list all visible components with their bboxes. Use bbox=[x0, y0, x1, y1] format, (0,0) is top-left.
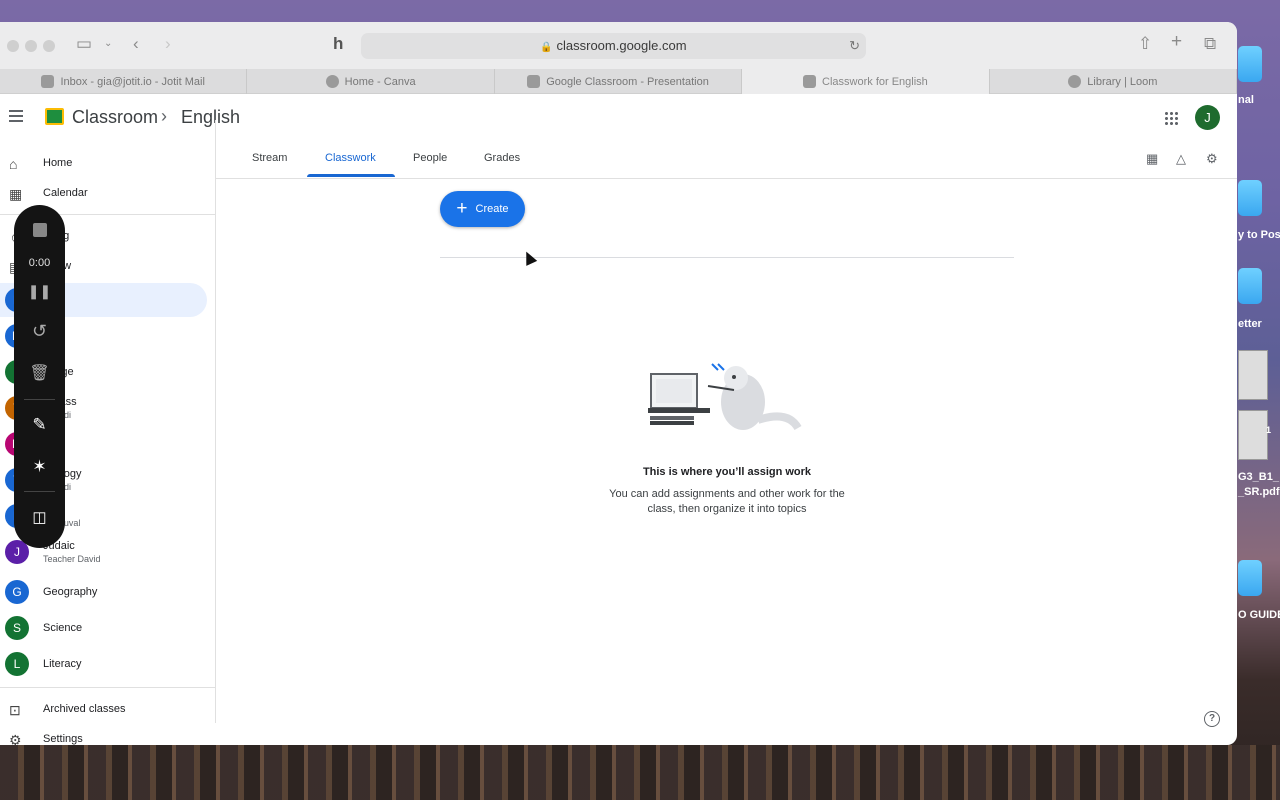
divider bbox=[0, 687, 216, 688]
tab-label: Inbox - gia@jotit.io - Jotit Mail bbox=[60, 75, 205, 88]
avatar: S bbox=[5, 616, 29, 640]
class-teacher: Teacher David bbox=[43, 554, 101, 564]
tab-people[interactable]: People bbox=[413, 152, 447, 164]
restart-icon[interactable]: ↺ bbox=[14, 321, 65, 342]
sidebar-toggle-icon[interactable]: ▭ bbox=[76, 34, 92, 54]
tab-label: Classwork for English bbox=[822, 75, 928, 88]
gear-icon[interactable]: ⚙ bbox=[1206, 152, 1220, 166]
tab-label: Google Classroom - Presentation bbox=[546, 75, 709, 88]
desktop-label: G3_B1_ bbox=[1238, 471, 1279, 483]
pause-icon[interactable]: ❚❚ bbox=[14, 283, 65, 300]
empty-state-description: You can add assignments and other work f… bbox=[609, 488, 845, 515]
trash-icon[interactable]: 🗑 bbox=[14, 363, 65, 383]
avatar: L bbox=[5, 652, 29, 676]
tab-label: Home - Canva bbox=[344, 75, 416, 88]
empty-state-illustration bbox=[648, 363, 802, 431]
tab-canva[interactable]: Home - Canva bbox=[247, 69, 495, 94]
calendar-icon[interactable]: ▦ bbox=[1146, 152, 1160, 166]
forward-icon[interactable]: › bbox=[165, 34, 171, 54]
sidebar-item-label: Settings bbox=[43, 733, 83, 745]
gear-icon: ⚙ bbox=[9, 732, 22, 745]
browser-toolbar: ▭ ⌄ ‹ › h 🔒 classroom.google.com ↻ ⇧ + ⧉ bbox=[0, 22, 1237, 69]
recording-timer: 0:00 bbox=[28, 257, 51, 269]
desktop-file-thumbnail[interactable] bbox=[1238, 350, 1268, 400]
slides-icon bbox=[527, 75, 541, 88]
tab-mail[interactable]: Inbox - gia@jotit.io - Jotit Mail bbox=[0, 69, 248, 94]
desktop-label: y to Post bbox=[1238, 229, 1280, 241]
zoom-window-button[interactable] bbox=[43, 40, 55, 52]
url-text: classroom.google.com bbox=[556, 38, 687, 53]
tab-overview-icon[interactable]: ⧉ bbox=[1204, 34, 1216, 54]
classroom-icon bbox=[803, 75, 817, 88]
create-button[interactable]: + Create bbox=[440, 191, 525, 227]
tab-label: Library | Loom bbox=[1087, 75, 1158, 88]
close-window-button[interactable] bbox=[7, 40, 19, 52]
active-tab-indicator bbox=[307, 174, 395, 177]
desktop-label: O GUIDE bbox=[1238, 609, 1280, 621]
canva-icon bbox=[325, 75, 339, 88]
mouse-cursor-icon bbox=[520, 249, 538, 266]
help-icon[interactable]: ? bbox=[1204, 711, 1220, 727]
sidebar-item-settings[interactable]: ⚙ Settings bbox=[0, 725, 216, 745]
minimize-window-button[interactable] bbox=[25, 40, 37, 52]
divider bbox=[24, 399, 55, 400]
create-label: Create bbox=[475, 203, 509, 215]
desktop-folder-icon[interactable] bbox=[1238, 180, 1262, 216]
plus-icon: + bbox=[456, 198, 468, 219]
desktop-folder-icon[interactable] bbox=[1238, 560, 1262, 596]
lock-icon: 🔒 bbox=[540, 42, 553, 53]
tab-classwork[interactable]: Classwork for English bbox=[742, 69, 990, 94]
loom-icon bbox=[1068, 75, 1082, 88]
desktop-label: _SR.pdf bbox=[1238, 486, 1280, 498]
sidebar-item-label: Calendar bbox=[43, 187, 88, 199]
desktop-folder-icon[interactable] bbox=[1238, 268, 1262, 304]
sidebar-item-calendar[interactable]: ▦ Calendar bbox=[0, 179, 216, 209]
desktop-label: nal bbox=[1238, 94, 1254, 106]
class-name: Science bbox=[43, 622, 83, 634]
recorder-toolbar: 0:00 ❚❚ ↺ 🗑 ✎ ✶ ◫ bbox=[14, 205, 65, 548]
tab-bar: Inbox - gia@jotit.io - Jotit Mail Home -… bbox=[0, 69, 1237, 94]
browser-window: ▭ ⌄ ‹ › h 🔒 classroom.google.com ↻ ⇧ + ⧉… bbox=[0, 22, 1237, 745]
reload-icon[interactable]: ↻ bbox=[849, 33, 860, 59]
new-tab-icon[interactable]: + bbox=[1171, 31, 1182, 53]
sidebar-item-label: Archived classes bbox=[43, 703, 126, 715]
back-icon[interactable]: ‹ bbox=[133, 34, 139, 54]
camera-icon[interactable]: ◫ bbox=[14, 508, 65, 526]
sidebar-item-label: Home bbox=[43, 157, 73, 169]
sidebar-class-geography[interactable]: G Geography bbox=[0, 575, 216, 609]
address-bar[interactable]: 🔒 classroom.google.com ↻ bbox=[361, 33, 866, 59]
divider bbox=[24, 491, 55, 492]
avatar: G bbox=[5, 580, 29, 604]
desktop-wallpaper bbox=[0, 745, 1280, 800]
desktop-label: etter bbox=[1238, 318, 1262, 330]
archive-icon: ⊡ bbox=[9, 702, 21, 718]
desktop-label: 1 bbox=[1266, 425, 1272, 435]
stop-recording-icon[interactable] bbox=[14, 223, 65, 242]
sidebar-item-home[interactable]: ⌂ Home bbox=[0, 149, 216, 179]
desktop-folder-icon[interactable] bbox=[1238, 46, 1262, 82]
desktop-file-thumbnail[interactable] bbox=[1238, 410, 1268, 460]
class-name: Literacy bbox=[43, 658, 82, 670]
home-icon: ⌂ bbox=[9, 156, 18, 172]
extension-icon[interactable]: h bbox=[333, 34, 343, 54]
class-name: Geography bbox=[43, 586, 98, 598]
share-icon[interactable]: ⇧ bbox=[1138, 34, 1152, 54]
calendar-icon: ▦ bbox=[9, 186, 23, 202]
drive-icon[interactable]: △ bbox=[1176, 152, 1190, 166]
empty-state-title: This is where you’ll assign work bbox=[642, 466, 812, 478]
effects-icon[interactable]: ✶ bbox=[14, 457, 65, 477]
tab-grades[interactable]: Grades bbox=[484, 152, 520, 164]
tab-presentation[interactable]: Google Classroom - Presentation bbox=[495, 69, 743, 94]
mail-icon bbox=[41, 75, 55, 88]
chevron-down-icon[interactable]: ⌄ bbox=[104, 38, 112, 49]
sidebar-item-archived[interactable]: ⊡ Archived classes bbox=[0, 695, 216, 725]
class-tabs: Stream Classwork People Grades ▦ △ ⚙ bbox=[216, 120, 1237, 179]
pen-icon[interactable]: ✎ bbox=[14, 415, 65, 435]
tab-classwork[interactable]: Classwork bbox=[325, 152, 376, 164]
tab-loom[interactable]: Library | Loom bbox=[990, 69, 1237, 94]
sidebar-class-literacy[interactable]: L Literacy bbox=[0, 647, 216, 681]
sidebar-class-science[interactable]: S Science bbox=[0, 611, 216, 645]
tab-stream[interactable]: Stream bbox=[252, 152, 287, 164]
